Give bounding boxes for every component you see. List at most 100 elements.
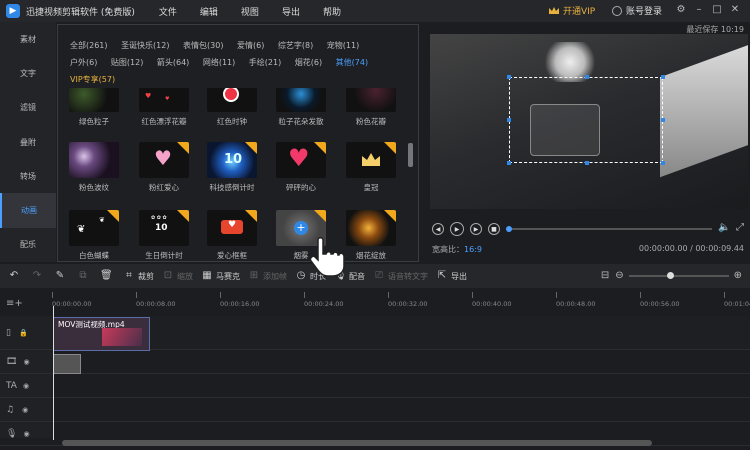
timeline-tracks[interactable]: MOV测试视频.mp4 bbox=[52, 316, 750, 446]
add-frame-button[interactable]: ⊞ 添加帧 bbox=[248, 270, 287, 282]
tts-button[interactable]: ⎚ 语音转文字 bbox=[373, 270, 428, 282]
video-clip[interactable]: MOV测试视频.mp4 bbox=[53, 317, 150, 351]
effect-card[interactable]: 粉色波纹 bbox=[69, 142, 119, 193]
add-icon[interactable]: + bbox=[294, 221, 308, 235]
progress-knob[interactable] bbox=[506, 226, 512, 232]
resize-handle[interactable] bbox=[661, 161, 665, 165]
category-pets[interactable]: 宠物(11) bbox=[327, 37, 359, 54]
effect-card[interactable]: 10 ✿ ✿ ✿ 生日倒计时 bbox=[139, 210, 189, 260]
music-track[interactable] bbox=[52, 398, 750, 422]
volume-icon[interactable]: 🔈 bbox=[718, 222, 730, 233]
category-network[interactable]: 网络(11) bbox=[203, 54, 235, 71]
effect-card[interactable]: ♥ 粉红爱心 bbox=[139, 142, 189, 193]
timeline-ruler[interactable]: 00:00:00.00 00:00:08.00 00:00:16.00 00:0… bbox=[52, 288, 750, 316]
category-emoji[interactable]: 表情包(30) bbox=[183, 37, 223, 54]
category-outdoor[interactable]: 户外(6) bbox=[70, 54, 97, 71]
effect-card[interactable]: ♥ ♥ 红色漂浮花瓣 bbox=[139, 88, 189, 127]
category-stickers[interactable]: 贴图(12) bbox=[111, 54, 143, 71]
eye-icon[interactable]: ◉ bbox=[22, 406, 28, 414]
sidebar-item-animation[interactable]: 动画 bbox=[0, 193, 56, 228]
maximize-icon[interactable]: □ bbox=[708, 4, 726, 15]
edit-button[interactable]: ✎ bbox=[54, 270, 69, 282]
menu-help[interactable]: 帮助 bbox=[323, 5, 341, 18]
category-arrows[interactable]: 箭头(64) bbox=[157, 54, 189, 71]
category-love[interactable]: 爱情(6) bbox=[237, 37, 264, 54]
redo-button[interactable]: ↷ bbox=[31, 270, 46, 282]
sidebar-item-music[interactable]: 配乐 bbox=[0, 228, 56, 262]
menu-file[interactable]: 文件 bbox=[159, 5, 177, 18]
effect-card[interactable]: 粉色花瓣 bbox=[346, 88, 396, 127]
eye-icon[interactable]: ◉ bbox=[23, 430, 29, 438]
sidebar-item-transition[interactable]: 转场 bbox=[0, 159, 56, 193]
delete-button[interactable]: 🗑 bbox=[100, 270, 115, 282]
resize-handle[interactable] bbox=[661, 75, 665, 79]
effect-card[interactable]: 烟花绽放 bbox=[346, 210, 396, 260]
crop-button[interactable]: ⌗ 裁剪 bbox=[123, 270, 154, 282]
overlay-clip[interactable] bbox=[53, 354, 81, 374]
export-button[interactable]: ⇱ 导出 bbox=[436, 270, 467, 282]
undo-button[interactable]: ↶ bbox=[8, 270, 23, 282]
zoom-out-icon[interactable]: ⊖ bbox=[615, 270, 623, 281]
zoom-button[interactable]: ⊡ 缩放 bbox=[162, 270, 193, 282]
effect-card[interactable]: 10 科技感倒计时 bbox=[207, 142, 257, 193]
effect-card[interactable]: ❦ ❦ 白色蝴蝶 bbox=[69, 210, 119, 260]
zoom-in-icon[interactable]: ⊕ bbox=[734, 270, 742, 281]
lock-icon[interactable]: 🔒 bbox=[19, 329, 28, 337]
resize-handle[interactable] bbox=[661, 118, 665, 122]
aspect-ratio[interactable]: 宽高比：16:9 bbox=[432, 244, 482, 255]
menu-view[interactable]: 视图 bbox=[241, 5, 259, 18]
category-all[interactable]: 全部(261) bbox=[70, 37, 108, 54]
effect-card[interactable]: ♥ 砰砰的心 bbox=[276, 142, 326, 193]
minimize-icon[interactable]: – bbox=[690, 4, 708, 15]
mosaic-button[interactable]: ▦ 马赛克 bbox=[201, 270, 240, 282]
video-track[interactable] bbox=[52, 316, 750, 350]
next-frame-icon[interactable]: ▶ bbox=[470, 223, 482, 235]
sidebar-item-text[interactable]: 文字 bbox=[0, 56, 56, 90]
zoom-slider[interactable] bbox=[628, 271, 729, 279]
category-fireworks[interactable]: 烟花(6) bbox=[295, 54, 322, 71]
video-preview[interactable] bbox=[430, 34, 748, 209]
login-button[interactable]: 账号登录 bbox=[612, 4, 662, 17]
effect-card[interactable]: ♥ 爱心框框 bbox=[207, 210, 257, 260]
track-add-icon[interactable]: ≡+ bbox=[6, 298, 23, 309]
resize-handle[interactable] bbox=[585, 75, 589, 79]
effect-thumbnail bbox=[346, 88, 396, 112]
effect-card[interactable]: 绿色粒子 bbox=[69, 88, 119, 127]
resize-handle[interactable] bbox=[507, 161, 511, 165]
prev-frame-icon[interactable]: ◀ bbox=[432, 223, 444, 235]
eye-icon[interactable]: ◉ bbox=[23, 382, 29, 390]
sidebar-item-media[interactable]: 素材 bbox=[0, 22, 56, 56]
category-other[interactable]: 其他(74) bbox=[336, 54, 368, 71]
close-icon[interactable]: ✕ bbox=[726, 4, 744, 15]
play-icon[interactable]: ▶ bbox=[450, 222, 464, 236]
sidebar-item-overlay[interactable]: 叠附 bbox=[0, 125, 56, 159]
category-christmas[interactable]: 圣诞快乐(12) bbox=[121, 37, 169, 54]
menu-edit[interactable]: 编辑 bbox=[200, 5, 218, 18]
resize-handle[interactable] bbox=[585, 161, 589, 165]
sidebar-item-filter[interactable]: 滤镜 bbox=[0, 91, 56, 125]
selection-box[interactable] bbox=[507, 75, 665, 165]
eye-icon[interactable]: ◉ bbox=[23, 358, 29, 366]
settings-icon[interactable]: ⚙ bbox=[672, 4, 690, 15]
fullscreen-icon[interactable]: ⤢ bbox=[736, 222, 744, 233]
overlay-track[interactable] bbox=[52, 350, 750, 374]
category-hand-drawn[interactable]: 手绘(21) bbox=[249, 54, 281, 71]
fit-icon[interactable]: ⊟ bbox=[601, 270, 609, 281]
effect-card[interactable]: 皇冠 bbox=[346, 142, 396, 193]
category-variety-text[interactable]: 综艺字(8) bbox=[278, 37, 313, 54]
effect-card[interactable]: 红色时钟 bbox=[207, 88, 257, 127]
effects-scrollbar[interactable] bbox=[408, 143, 413, 167]
zoom-knob[interactable] bbox=[666, 271, 674, 279]
stop-icon[interactable]: ■ bbox=[488, 223, 500, 235]
timeline-scrollbar[interactable] bbox=[62, 440, 652, 446]
resize-handle[interactable] bbox=[507, 75, 511, 79]
text-track[interactable] bbox=[52, 374, 750, 398]
vip-button[interactable]: 开通VIP bbox=[548, 4, 595, 17]
resize-handle[interactable] bbox=[507, 118, 511, 122]
copy-button[interactable]: ⧉ bbox=[77, 270, 92, 282]
category-vip[interactable]: VIP专享(57) bbox=[70, 71, 115, 88]
effect-card[interactable]: 粒子花朵发散 bbox=[276, 88, 326, 127]
menu-export[interactable]: 导出 bbox=[282, 5, 300, 18]
playback-progress[interactable] bbox=[506, 226, 712, 232]
playhead[interactable] bbox=[53, 306, 54, 440]
